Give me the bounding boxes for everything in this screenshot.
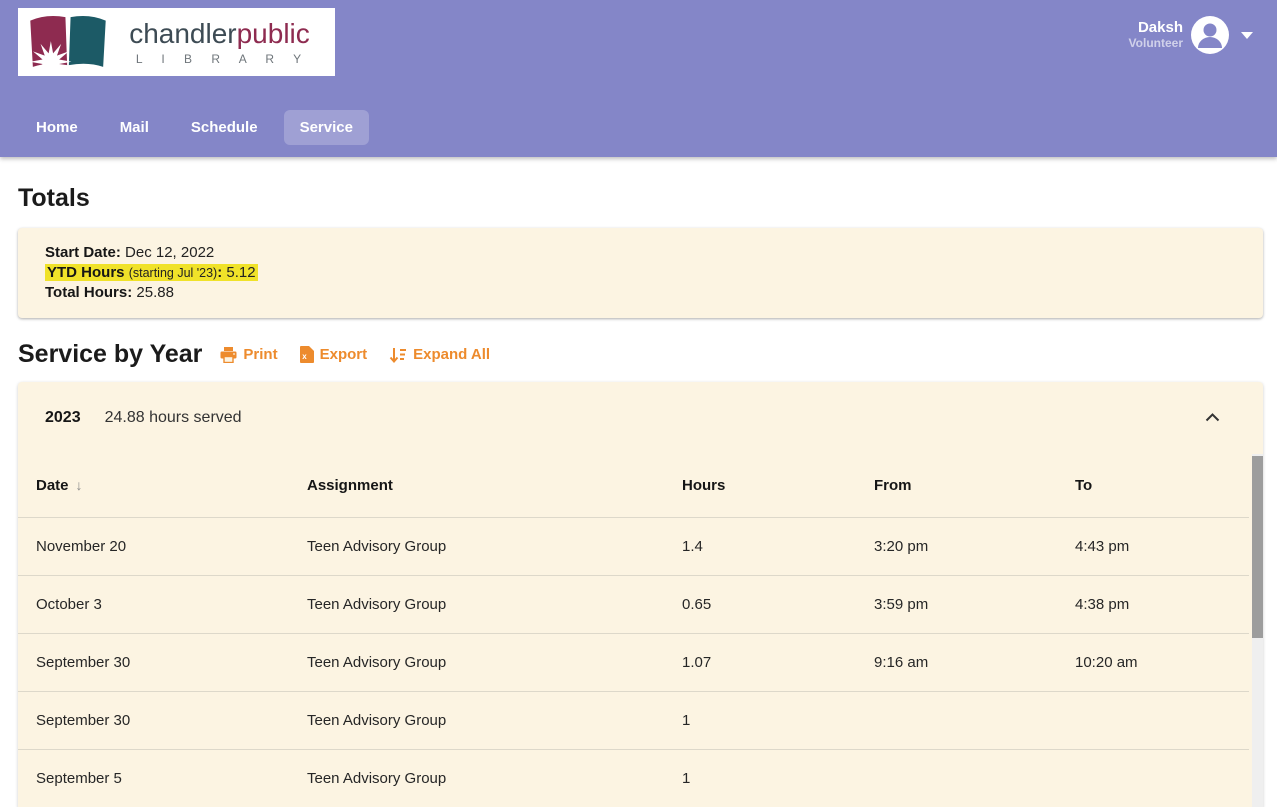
start-date-label: Start Date:: [45, 244, 121, 261]
library-logo-emblem-icon: [30, 16, 106, 72]
ytd-note: (starting Jul '23): [128, 266, 218, 280]
service-by-year-heading: Service by Year: [18, 340, 203, 368]
export-label: Export: [319, 346, 368, 363]
cell-to: [1057, 748, 1249, 807]
service-section-header: Service by Year Print x Export Expand Al…: [18, 340, 1263, 369]
main-content: Totals Start Date: Dec 12, 2022 YTD Hour…: [0, 184, 1277, 807]
print-button[interactable]: Print: [220, 346, 278, 363]
totals-heading: Totals: [18, 184, 90, 212]
cell-to: [1057, 690, 1249, 749]
ytd-colon: :: [217, 264, 223, 281]
print-label: Print: [243, 346, 278, 363]
user-role: Volunteer: [1128, 35, 1183, 50]
cell-hours: 1: [664, 690, 856, 749]
cell-date: September 30: [18, 690, 289, 749]
start-date-value: Dec 12, 2022: [125, 244, 215, 261]
table-row[interactable]: September 5 Teen Advisory Group 1: [18, 748, 1249, 807]
service-year-card: 2023 24.88 hours served Date ↓ Assignment…: [18, 382, 1263, 807]
chevron-up-icon[interactable]: [1199, 403, 1226, 433]
cell-date: September 30: [18, 632, 289, 691]
year-label: 2023: [45, 409, 81, 426]
chevron-down-icon[interactable]: [1241, 31, 1253, 39]
table-scrollbar-track[interactable]: [1252, 454, 1263, 807]
table-scrollbar-thumb[interactable]: [1252, 456, 1263, 638]
site-header: chandlerpublic L I B R A R Y Daksh Volun…: [0, 0, 1277, 157]
excel-file-icon: x: [299, 346, 314, 363]
nav-item-service[interactable]: Service: [283, 110, 369, 145]
cell-assignment: Teen Advisory Group: [289, 748, 664, 807]
totals-card: Start Date: Dec 12, 2022 YTD Hours (star…: [18, 228, 1263, 318]
start-date-line: Start Date: Dec 12, 2022: [45, 243, 1236, 263]
cell-date: October 3: [18, 574, 289, 633]
nav-item-home[interactable]: Home: [20, 110, 94, 145]
user-avatar-icon[interactable]: [1191, 16, 1229, 54]
ytd-label: YTD Hours: [47, 264, 125, 281]
user-name: Daksh: [1137, 19, 1183, 37]
service-table: Date ↓ Assignment Hours From To November …: [18, 454, 1249, 807]
cell-to: 4:38 pm: [1057, 574, 1249, 633]
ytd-highlight: YTD Hours (starting Jul '23): 5.12: [45, 264, 258, 281]
sort-descending-icon[interactable]: ↓: [76, 477, 83, 493]
table-row[interactable]: October 3 Teen Advisory Group 0.65 3:59 …: [18, 574, 1249, 633]
cell-date: September 5: [18, 748, 289, 807]
expand-all-button[interactable]: Expand All: [389, 346, 490, 363]
total-hours-value: 25.88: [136, 284, 174, 301]
cell-date: November 20: [18, 516, 289, 575]
cell-assignment: Teen Advisory Group: [289, 516, 664, 575]
cell-from: 9:16 am: [856, 632, 1057, 691]
column-header-assignment[interactable]: Assignment: [289, 454, 664, 517]
year-summary: 24.88 hours served: [104, 409, 242, 426]
library-logo[interactable]: chandlerpublic L I B R A R Y: [18, 8, 335, 76]
cell-from: 3:59 pm: [856, 574, 1057, 633]
cell-assignment: Teen Advisory Group: [289, 632, 664, 691]
svg-text:x: x: [302, 352, 307, 361]
ytd-value: 5.12: [226, 264, 256, 281]
cell-hours: 1.07: [664, 632, 856, 691]
cell-to: 10:20 am: [1057, 632, 1249, 691]
printer-icon: [220, 346, 237, 363]
column-header-hours[interactable]: Hours: [664, 454, 856, 517]
user-menu[interactable]: Daksh Volunteer: [1129, 16, 1261, 54]
cell-from: 3:20 pm: [856, 516, 1057, 575]
logo-name: chandlerpublic: [129, 17, 310, 49]
logo-subtitle: L I B R A R Y: [135, 51, 310, 66]
nav-item-mail[interactable]: Mail: [104, 110, 165, 145]
cell-hours: 1: [664, 748, 856, 807]
cell-from: [856, 690, 1057, 749]
cell-hours: 1.4: [664, 516, 856, 575]
total-hours-line: Total Hours: 25.88: [45, 283, 1236, 303]
column-header-date[interactable]: Date ↓: [18, 454, 289, 517]
cell-from: [856, 748, 1057, 807]
nav-item-schedule[interactable]: Schedule: [175, 110, 274, 145]
table-row[interactable]: September 30 Teen Advisory Group 1.07 9:…: [18, 632, 1249, 691]
year-group-header[interactable]: 2023 24.88 hours served: [18, 382, 1263, 454]
total-hours-label: Total Hours:: [45, 284, 133, 301]
export-button[interactable]: x Export: [299, 346, 368, 363]
main-nav: Home Mail Schedule Service: [0, 110, 1277, 157]
table-row[interactable]: November 20 Teen Advisory Group 1.4 3:20…: [18, 516, 1249, 575]
cell-hours: 0.65: [664, 574, 856, 633]
cell-to: 4:43 pm: [1057, 516, 1249, 575]
cell-assignment: Teen Advisory Group: [289, 690, 664, 749]
table-header-row: Date ↓ Assignment Hours From To: [18, 454, 1249, 517]
expand-all-label: Expand All: [413, 346, 491, 363]
column-header-to[interactable]: To: [1057, 454, 1249, 517]
table-row[interactable]: September 30 Teen Advisory Group 1: [18, 690, 1249, 749]
column-header-from[interactable]: From: [856, 454, 1057, 517]
ytd-hours-line: YTD Hours (starting Jul '23): 5.12: [45, 263, 1236, 283]
expand-all-icon: [389, 347, 407, 363]
cell-assignment: Teen Advisory Group: [289, 574, 664, 633]
